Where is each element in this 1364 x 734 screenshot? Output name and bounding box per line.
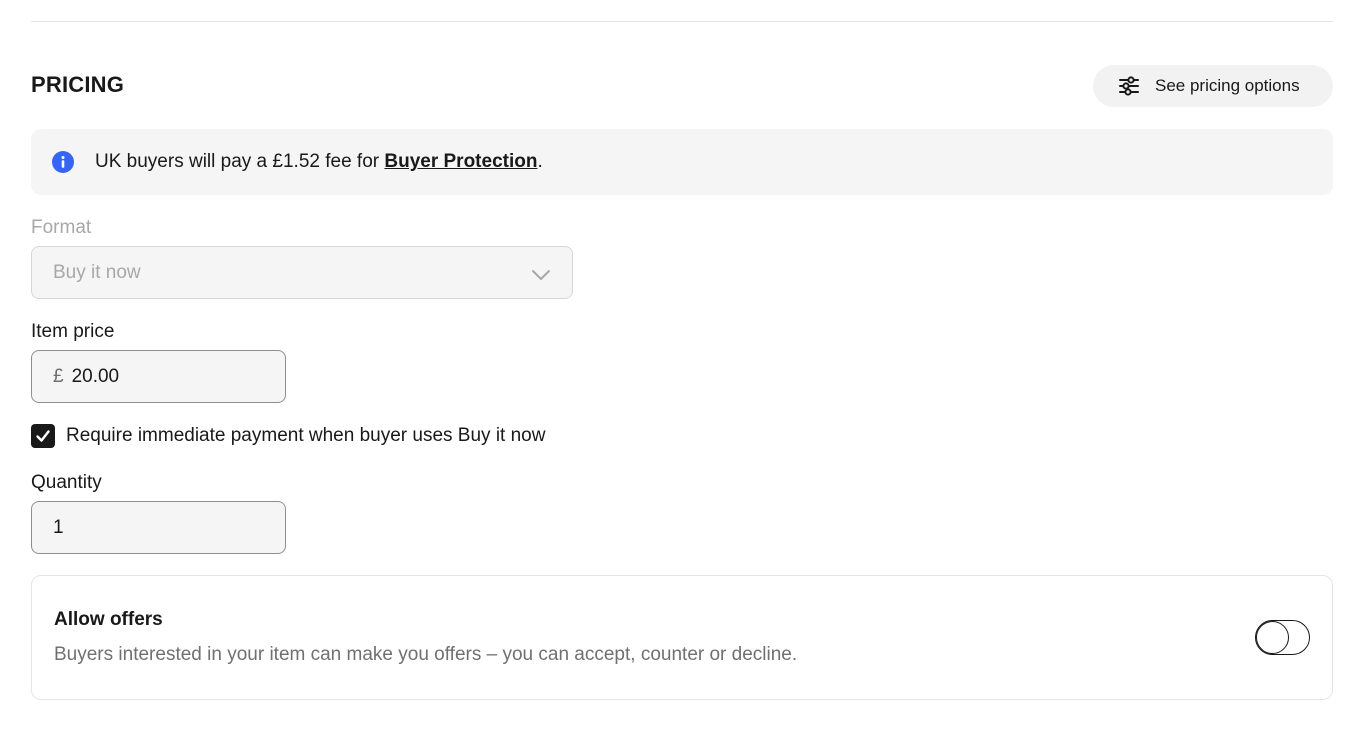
item-price-input[interactable]: £ 20.00 [31, 350, 286, 403]
buyer-protection-link[interactable]: Buyer Protection [384, 151, 537, 172]
toggle-knob [1256, 621, 1289, 654]
section-divider [31, 21, 1333, 22]
banner-text: UK buyers will pay a £1.52 fee for Buyer… [95, 151, 543, 173]
section-title: PRICING [31, 72, 125, 97]
format-value: Buy it now [53, 261, 141, 283]
see-pricing-options-label: See pricing options [1155, 76, 1300, 95]
item-price-label: Item price [31, 321, 115, 342]
info-icon [52, 151, 74, 173]
allow-offers-description: Buyers interested in your item can make … [54, 644, 798, 665]
chevron-down-icon [532, 270, 550, 280]
quantity-value: 1 [53, 516, 64, 538]
allow-offers-toggle[interactable] [1255, 620, 1310, 655]
format-select[interactable]: Buy it now [31, 246, 573, 299]
banner-text-after: . [537, 151, 543, 172]
immediate-payment-row: Require immediate payment when buyer use… [31, 424, 545, 448]
allow-offers-card: Allow offers Buyers interested in your i… [31, 575, 1333, 700]
banner-text-before: UK buyers will pay a £1.52 fee for [95, 151, 385, 172]
sliders-icon [1117, 74, 1141, 98]
buyer-protection-banner: UK buyers will pay a £1.52 fee for Buyer… [31, 129, 1333, 195]
quantity-input[interactable]: 1 [31, 501, 286, 554]
checkmark-icon [36, 430, 50, 442]
quantity-label: Quantity [31, 472, 102, 493]
pricing-section: PRICING See pricing options UK buyers wi… [0, 0, 1364, 734]
item-price-value: 20.00 [71, 365, 120, 387]
see-pricing-options-button[interactable]: See pricing options [1093, 65, 1333, 107]
format-label: Format [31, 217, 92, 238]
currency-symbol: £ [53, 365, 64, 387]
allow-offers-title: Allow offers [54, 609, 163, 630]
immediate-payment-label[interactable]: Require immediate payment when buyer use… [66, 425, 545, 447]
immediate-payment-checkbox[interactable] [31, 424, 55, 448]
